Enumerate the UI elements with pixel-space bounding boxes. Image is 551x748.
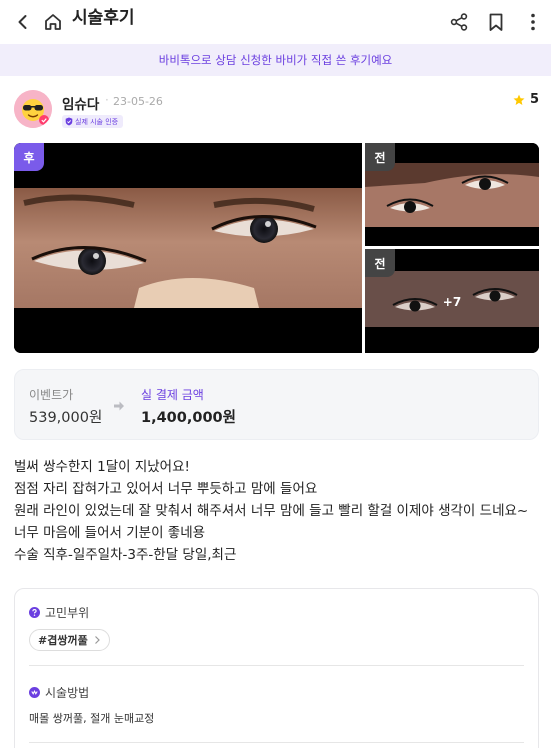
- price-box: 이벤트가 539,000원 실 결제 금액 1,400,000원: [14, 369, 539, 440]
- author-name[interactable]: 임슈다: [62, 93, 99, 113]
- verified-badge: 실제 시술 인증: [62, 115, 124, 128]
- more-photos-count[interactable]: +7: [365, 249, 539, 353]
- concern-section-label: 고민부위: [45, 606, 90, 620]
- divider: [29, 742, 524, 743]
- after-photo-image: [14, 143, 362, 353]
- after-tag: 후: [14, 143, 44, 171]
- review-body: 벌써 쌍수한지 1달이 지났어요! 점점 자리 잡혀가고 있어서 너무 뿌듯하고…: [14, 456, 539, 566]
- consult-banner[interactable]: 바비톡으로 상담 신청한 바비가 직접 쓴 후기예요: [0, 44, 551, 76]
- concern-chip-label: #겹쌍꺼풀: [38, 634, 88, 647]
- review-line: 수술 직후-일주일차-3주-한달 당일,최근: [14, 547, 237, 563]
- paid-price-label: 실 결제 금액: [141, 388, 204, 402]
- method-section-label: 시술방법: [45, 686, 90, 700]
- review-date: 23-05-26: [113, 95, 163, 108]
- top-app-bar: 시술후기: [0, 0, 551, 44]
- star-icon: [513, 94, 525, 105]
- share-button[interactable]: [442, 5, 476, 39]
- concern-chip[interactable]: #겹쌍꺼풀: [29, 629, 110, 651]
- divider: [29, 665, 524, 666]
- rating-value: 5: [529, 92, 539, 107]
- back-button[interactable]: [6, 5, 40, 39]
- bookmark-button[interactable]: [479, 5, 513, 39]
- home-button[interactable]: [36, 5, 70, 39]
- more-vertical-icon: [531, 13, 535, 31]
- review-line: 너무 마음에 들어서 기분이 좋네용: [14, 525, 206, 541]
- more-options-button[interactable]: [516, 5, 550, 39]
- arrow-right-icon: [114, 401, 124, 411]
- concern-section-title: 고민부위: [29, 604, 89, 621]
- sunglasses-emoji-icon: [14, 90, 52, 128]
- method-badge-icon: [29, 687, 40, 698]
- before-photo-2[interactable]: 전 +7: [365, 249, 539, 353]
- home-icon: [45, 14, 61, 30]
- rating: 5: [513, 92, 539, 107]
- after-photo[interactable]: 후: [14, 143, 362, 353]
- before-photo-1[interactable]: 전: [365, 143, 539, 246]
- back-arrow-icon: [18, 15, 27, 29]
- method-section-title: 시술방법: [29, 684, 89, 701]
- paid-price-value: 1,400,000원: [141, 410, 236, 426]
- method-text: 매몰 쌍꺼풀, 절개 눈매교정: [29, 712, 155, 725]
- event-price-value: 539,000원: [29, 410, 103, 426]
- event-price-label: 이벤트가: [29, 388, 74, 402]
- question-circle-icon: [29, 607, 40, 618]
- verified-badge-label: 실제 시술 인증: [75, 117, 119, 126]
- review-line: 벌써 쌍수한지 1달이 지났어요!: [14, 459, 190, 475]
- bookmark-icon: [489, 13, 503, 31]
- treatment-info-card: 고민부위 #겹쌍꺼풀 시술방법 매몰 쌍꺼풀, 절개 눈매교정: [14, 588, 539, 748]
- shield-check-icon: [65, 117, 73, 126]
- meta-separator: ·: [105, 93, 109, 107]
- page-title: 시술후기: [72, 8, 135, 28]
- chevron-right-icon: [94, 636, 100, 644]
- avatar[interactable]: [14, 90, 52, 128]
- review-line: 점점 자리 잡혀가고 있어서 너무 뿌듯하고 맘에 들어요: [14, 481, 318, 497]
- share-icon: [450, 13, 468, 31]
- before-tag-1: 전: [365, 143, 395, 171]
- review-line: 원래 라인이 있었는데 잘 맞춰서 해주셔서 너무 맘에 들고 빨리 할걸 이제…: [14, 503, 529, 519]
